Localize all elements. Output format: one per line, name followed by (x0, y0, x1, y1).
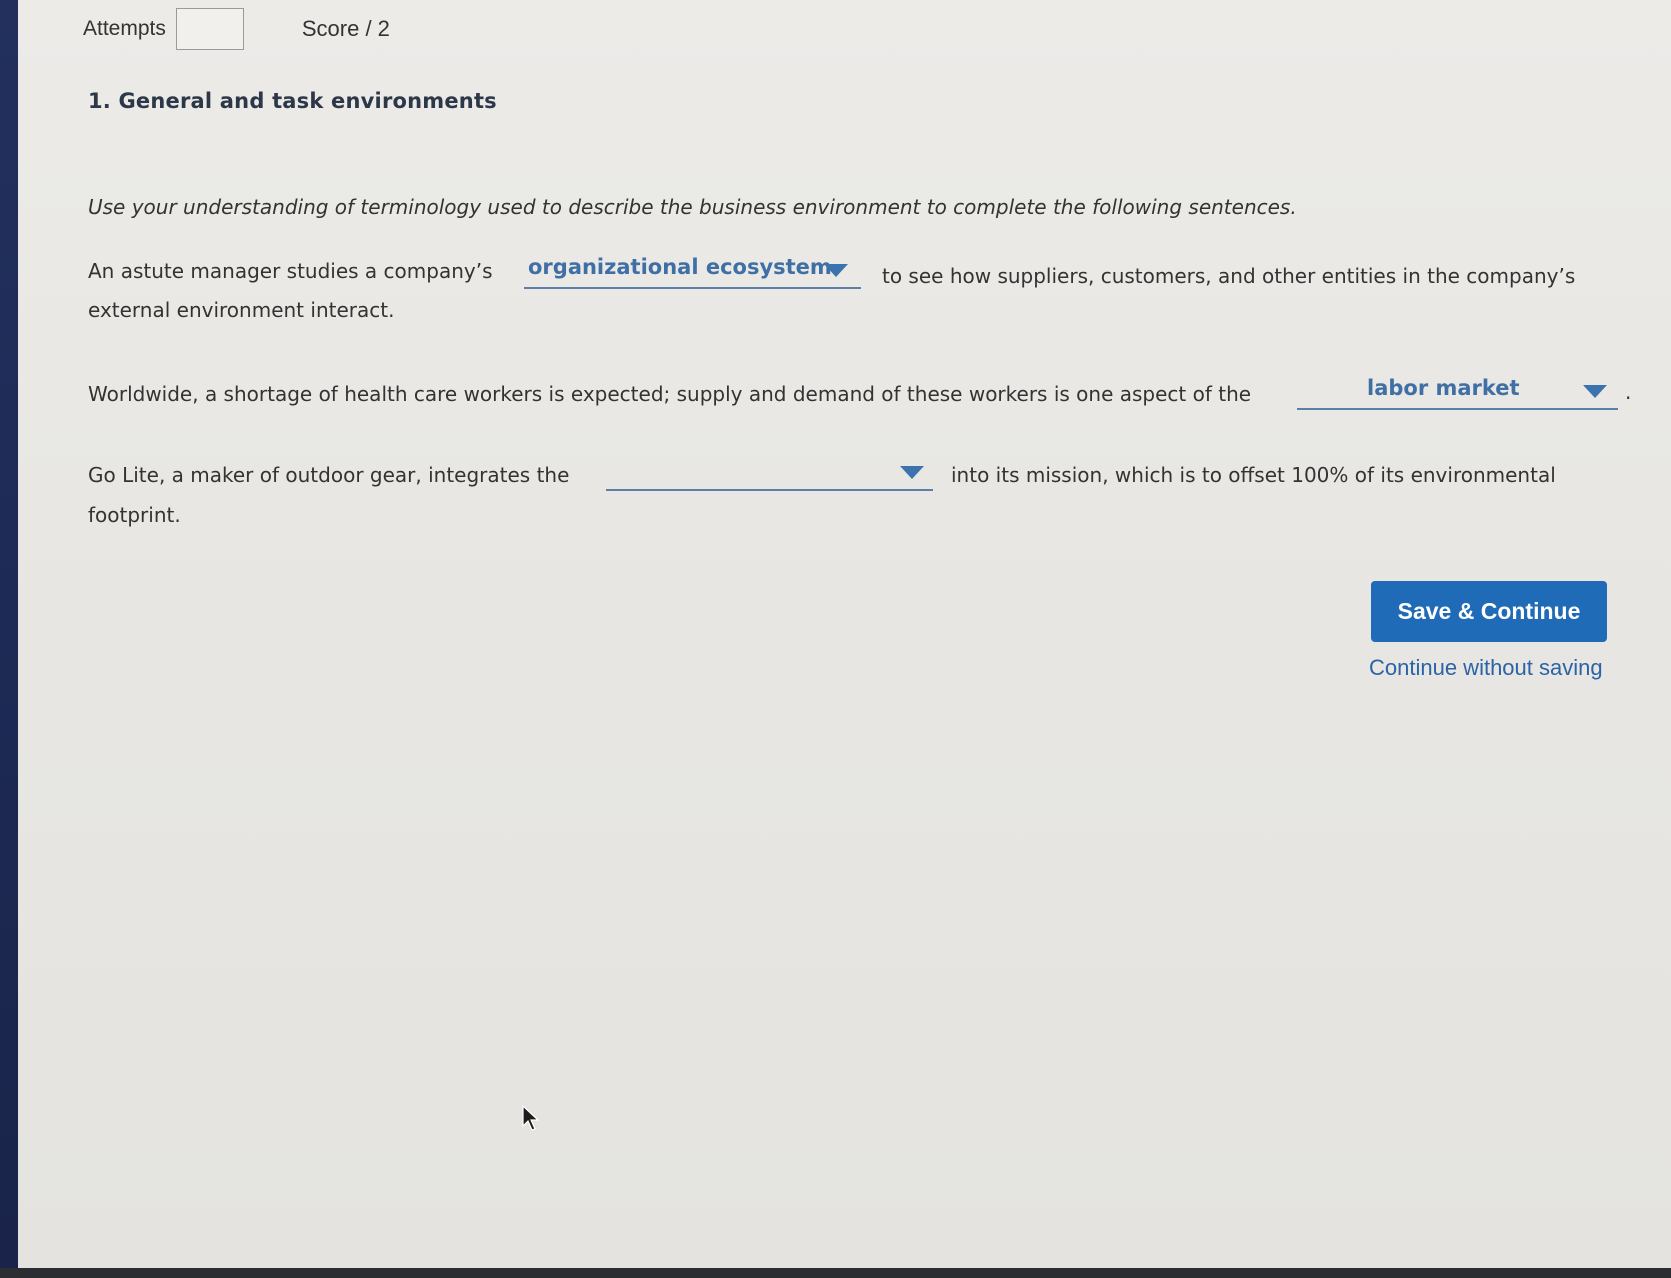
sentence-2-period: . (1625, 380, 1632, 404)
attempts-label: Attempts (83, 17, 166, 40)
sentence-2-part-1: Worldwide, a shortage of health care wor… (88, 382, 1252, 406)
sentence-1-part-2: to see how suppliers, customers, and oth… (882, 264, 1576, 288)
dropdown-sentence-2[interactable]: labor market (1297, 374, 1618, 410)
continue-without-saving-link[interactable]: Continue without saving (1369, 655, 1603, 681)
score-label: Score / 2 (301, 16, 390, 41)
sentence-1-part-1: An astute manager studies a company’s (88, 259, 493, 283)
sentence-3-continuation: footprint. (88, 503, 181, 527)
mouse-pointer-icon (522, 1105, 540, 1131)
dropdown-sentence-1-value: organizational ecosystem (528, 255, 832, 279)
sentence-3-part-2: into its mission, which is to offset 100… (951, 463, 1556, 487)
chevron-down-icon (1583, 385, 1607, 398)
dropdown-sentence-1[interactable]: organizational ecosystem (524, 253, 861, 289)
sentence-1-continuation: external environment interact. (88, 298, 395, 322)
left-window-edge (0, 0, 18, 1278)
question-instructions: Use your understanding of terminology us… (88, 195, 1297, 219)
assignment-page: Attempts Score / 2 1. General and task e… (18, 0, 1671, 1268)
chevron-down-icon (900, 466, 924, 479)
dropdown-sentence-3[interactable] (606, 455, 933, 491)
dropdown-sentence-2-value: labor market (1367, 376, 1520, 400)
bottom-window-edge (0, 1268, 1671, 1278)
save-continue-button[interactable]: Save & Continue (1371, 581, 1607, 642)
attempts-box (175, 8, 244, 50)
question-title: 1. General and task environments (88, 89, 497, 113)
sentence-3-part-1: Go Lite, a maker of outdoor gear, integr… (88, 463, 570, 487)
attempts-score-bar: Attempts Score / 2 (83, 6, 390, 52)
chevron-down-icon (824, 264, 848, 277)
